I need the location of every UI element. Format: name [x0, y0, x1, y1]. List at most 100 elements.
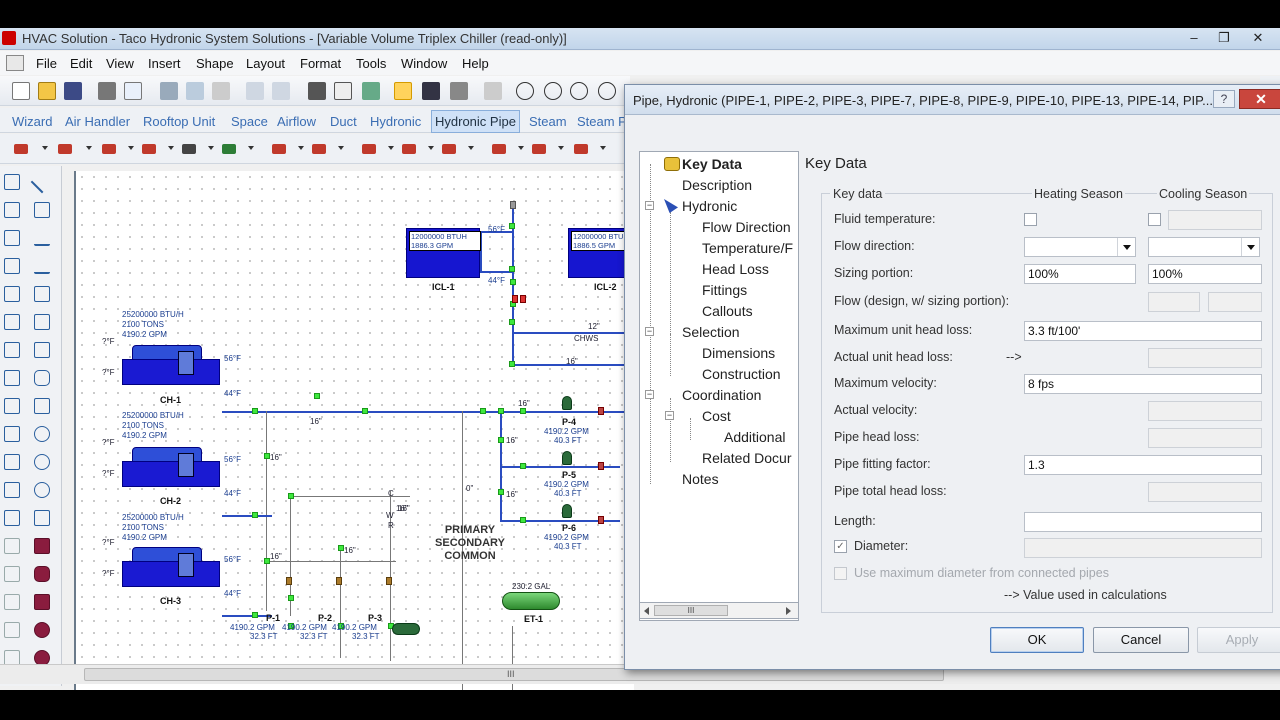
tab-hydronic-pipe[interactable]: Hydronic Pipe — [431, 110, 520, 133]
drawing-canvas[interactable]: 25200000 BTU/H 2100 TONS 4190.2 GPM CH-1… — [74, 171, 634, 690]
close-button[interactable]: ✕ — [1244, 29, 1272, 47]
shape-check-valve-icon[interactable] — [362, 144, 376, 154]
pipe-fitting-factor-field[interactable]: 1.3 — [1024, 455, 1262, 475]
pipe-primary-riser[interactable] — [266, 411, 267, 611]
tool-ellipse-icon[interactable] — [34, 426, 50, 442]
tool-elbow-icon[interactable] — [4, 342, 20, 358]
shape-valve-icon[interactable] — [58, 144, 72, 154]
shape-pipe-icon[interactable] — [14, 144, 28, 154]
tool-branch-icon[interactable] — [4, 230, 20, 246]
pipe-node[interactable] — [510, 279, 516, 285]
tree-scroll-thumb[interactable]: III — [654, 605, 728, 616]
tool-fill-rect-icon[interactable] — [34, 538, 50, 554]
menu-file[interactable]: File — [36, 56, 57, 71]
pipe-node[interactable] — [288, 595, 294, 601]
tool-square-icon[interactable] — [34, 398, 50, 414]
format-painter-icon[interactable] — [308, 82, 326, 100]
copy-icon[interactable] — [186, 82, 204, 100]
pipe-p2-riser[interactable] — [340, 548, 341, 658]
pipe-node[interactable] — [509, 319, 515, 325]
shape-pump-icon[interactable] — [142, 144, 156, 154]
shape-strainer-icon[interactable] — [272, 144, 286, 154]
max-velocity-field[interactable]: 8 fps — [1024, 374, 1262, 394]
shape-coil-icon[interactable] — [182, 144, 196, 154]
scroll-left-icon[interactable] — [644, 607, 649, 615]
chevron-down-icon[interactable] — [428, 146, 434, 150]
tool-reducer-icon[interactable] — [4, 398, 20, 414]
tool-fill-ellipse-icon[interactable] — [34, 622, 50, 638]
chevron-down-icon[interactable] — [208, 146, 214, 150]
tool-cap-icon[interactable] — [4, 370, 20, 386]
pipe-node[interactable] — [288, 493, 294, 499]
pipe-node[interactable] — [480, 408, 486, 414]
check-valve-icon[interactable] — [598, 462, 604, 470]
pipe-node[interactable] — [252, 512, 258, 518]
menu-tools[interactable]: Tools — [356, 56, 386, 71]
pipe-chws-vertical[interactable] — [512, 301, 514, 364]
pipe-return-ch3[interactable] — [266, 561, 396, 562]
shape-balancing-valve-icon[interactable] — [532, 144, 546, 154]
flow-design-cooling-field-a[interactable] — [1148, 292, 1200, 312]
pipe-node[interactable] — [314, 393, 320, 399]
expansion-tank-et1[interactable] — [502, 592, 560, 610]
shape-meter-icon[interactable] — [312, 144, 326, 154]
tree-item-construction[interactable]: Construction — [702, 366, 781, 382]
print-icon[interactable] — [98, 82, 116, 100]
tool-arc-icon[interactable] — [34, 202, 50, 218]
pipe-node[interactable] — [362, 408, 368, 414]
tab-hydronic[interactable]: Hydronic — [370, 114, 421, 129]
pipe-node[interactable] — [509, 266, 515, 272]
pipe-ch2-out[interactable] — [222, 515, 272, 517]
pointer-tool-icon[interactable] — [394, 82, 412, 100]
tree-item-hydronic[interactable]: Hydronic — [682, 198, 737, 214]
tree-horizontal-scrollbar[interactable]: III — [639, 602, 799, 619]
menu-format[interactable]: Format — [300, 56, 341, 71]
chevron-down-icon[interactable] — [248, 146, 254, 150]
pump-p5[interactable] — [562, 451, 572, 465]
control-valve-icon[interactable] — [512, 295, 518, 303]
tool-cross-icon[interactable] — [4, 314, 20, 330]
menu-window[interactable]: Window — [401, 56, 447, 71]
zoom-page-icon[interactable] — [598, 82, 616, 100]
tree-item-callouts[interactable]: Callouts — [702, 303, 753, 319]
tree-item-additional[interactable]: Additional — [724, 429, 786, 445]
tool-wye-icon[interactable] — [4, 286, 20, 302]
control-valve-icon[interactable] — [520, 295, 526, 303]
pipe-chws[interactable] — [512, 332, 626, 334]
chevron-down-icon[interactable] — [298, 146, 304, 150]
pipe-node[interactable] — [498, 489, 504, 495]
diameter-checkbox[interactable]: ✓ — [834, 540, 847, 553]
chevron-down-icon[interactable] — [1117, 238, 1135, 256]
valve-icon[interactable] — [510, 201, 516, 209]
tree-item-fittings[interactable]: Fittings — [702, 282, 747, 298]
chevron-down-icon[interactable] — [42, 146, 48, 150]
menu-layout[interactable]: Layout — [246, 56, 285, 71]
tree-item-head-loss[interactable]: Head Loss — [702, 261, 769, 277]
link-icon[interactable] — [362, 82, 380, 100]
chevron-down-icon[interactable] — [518, 146, 524, 150]
pipe-node[interactable] — [509, 223, 515, 229]
pipe-secondary-supply[interactable] — [398, 411, 624, 413]
shape-tee-icon[interactable] — [492, 144, 506, 154]
chevron-down-icon[interactable] — [168, 146, 174, 150]
menu-view[interactable]: View — [106, 56, 134, 71]
flow-direction-heating-select[interactable] — [1024, 237, 1136, 257]
tree-item-flow-direction[interactable]: Flow Direction — [702, 219, 791, 235]
tree-item-related-docs[interactable]: Related Docur — [702, 450, 792, 466]
connector-tool-icon[interactable] — [422, 82, 440, 100]
menu-help[interactable]: Help — [462, 56, 489, 71]
restore-button[interactable]: ❐ — [1210, 29, 1238, 47]
tree-collapse-icon[interactable]: − — [645, 201, 654, 210]
chevron-down-icon[interactable] — [1241, 238, 1259, 256]
chiller-ch2[interactable] — [122, 441, 220, 489]
pipe-node[interactable] — [252, 408, 258, 414]
cancel-button[interactable]: Cancel — [1093, 627, 1189, 653]
tree-item-coordination[interactable]: Coordination — [682, 387, 761, 403]
chiller-ch3[interactable] — [122, 541, 220, 589]
tree-item-notes[interactable]: Notes — [682, 471, 719, 487]
tool-arrow-icon[interactable] — [34, 230, 50, 246]
tree-item-dimensions[interactable]: Dimensions — [702, 345, 775, 361]
sizing-portion-cooling-field[interactable]: 100% — [1148, 264, 1262, 284]
gear-icon[interactable] — [484, 82, 502, 100]
ok-button[interactable]: OK — [990, 627, 1084, 653]
